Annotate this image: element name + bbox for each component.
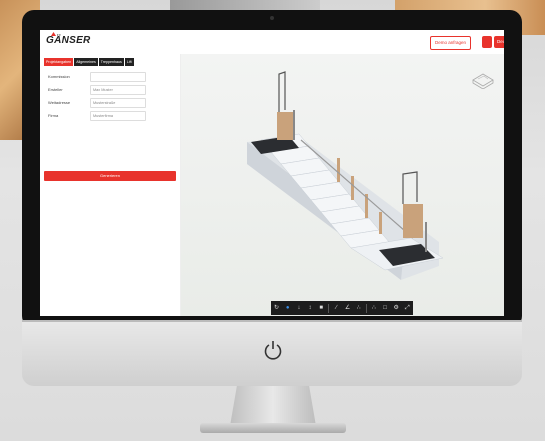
expand-icon[interactable]: ⤢ xyxy=(403,304,411,312)
field-label: Weitadresse xyxy=(48,100,71,105)
language-flag-icon[interactable] xyxy=(482,36,492,48)
field-label: Kommission xyxy=(48,74,70,79)
tab-projektangaben[interactable]: Projektangaben xyxy=(44,58,74,66)
project-form: Kommission Ersteller Max Muster Weitadre… xyxy=(48,72,172,124)
monitor-chin xyxy=(22,320,522,386)
form-row-ersteller: Ersteller Max Muster xyxy=(48,85,172,98)
toolbar-separator xyxy=(328,303,330,313)
logo: GÄNSER xyxy=(46,35,91,46)
trash-icon[interactable]: □ xyxy=(381,304,389,312)
demo-request-button[interactable]: Demo anfragen xyxy=(430,36,472,50)
camera-icon[interactable]: ■ xyxy=(317,304,325,312)
tab-bar: Projektangaben Allgemeines Treppenhaus L… xyxy=(44,58,176,66)
rotate-icon[interactable]: ↻ xyxy=(273,304,281,312)
adresse-input[interactable]: Musterstraße xyxy=(90,98,146,108)
angle-icon[interactable]: ∠ xyxy=(344,304,352,312)
language-select[interactable]: Deutsch ∨ xyxy=(494,36,504,48)
power-icon xyxy=(264,341,282,360)
graph-icon[interactable]: ∴ xyxy=(370,304,378,312)
monitor-foot xyxy=(200,423,346,433)
form-row-firma: Firma Musterfirma xyxy=(48,111,172,124)
tab-treppenhaus[interactable]: Treppenhaus xyxy=(98,58,124,66)
firma-input[interactable]: Musterfirma xyxy=(90,111,146,121)
tab-lift[interactable]: Lift xyxy=(124,58,134,66)
viewer-toolbar: ↻ ● ↓ ↕ ■ ∕ ∠ ∴ ∴ □ ⚙ ⤢ xyxy=(271,301,413,315)
top-platform xyxy=(251,71,299,154)
stairlift-model xyxy=(247,71,444,280)
form-row-adresse: Weitadresse Musterstraße xyxy=(48,98,172,111)
nodes-icon[interactable]: ∴ xyxy=(355,304,363,312)
ersteller-input[interactable]: Max Muster xyxy=(90,85,146,95)
config-panel: Projektangaben Allgemeines Treppenhaus L… xyxy=(40,54,181,316)
circle-dot-icon[interactable]: ● xyxy=(284,304,292,312)
monitor-stand xyxy=(230,386,316,426)
kommission-input[interactable] xyxy=(90,72,146,82)
up-down-icon[interactable]: ↕ xyxy=(306,304,314,312)
generate-button[interactable]: Generieren xyxy=(44,171,176,181)
field-label: Firma xyxy=(48,113,59,118)
settings-icon[interactable]: ⚙ xyxy=(392,304,400,312)
down-arrow-icon[interactable]: ↓ xyxy=(295,304,303,312)
camera-dot xyxy=(270,16,274,20)
toolbar-separator xyxy=(365,303,367,313)
screen: GÄNSER Demo anfragen Deutsch ∨ Projektan… xyxy=(40,30,504,316)
app-header: GÄNSER Demo anfragen Deutsch ∨ xyxy=(40,30,504,55)
pen-icon[interactable]: ∕ xyxy=(332,304,340,312)
field-label: Ersteller xyxy=(48,87,63,92)
tab-allgemeines[interactable]: Allgemeines xyxy=(74,58,98,66)
3d-viewer[interactable]: ↻ ● ↓ ↕ ■ ∕ ∠ ∴ ∴ □ ⚙ ⤢ xyxy=(181,54,504,316)
monitor: GÄNSER Demo anfragen Deutsch ∨ Projektan… xyxy=(22,10,522,328)
form-row-kommission: Kommission xyxy=(48,72,172,85)
